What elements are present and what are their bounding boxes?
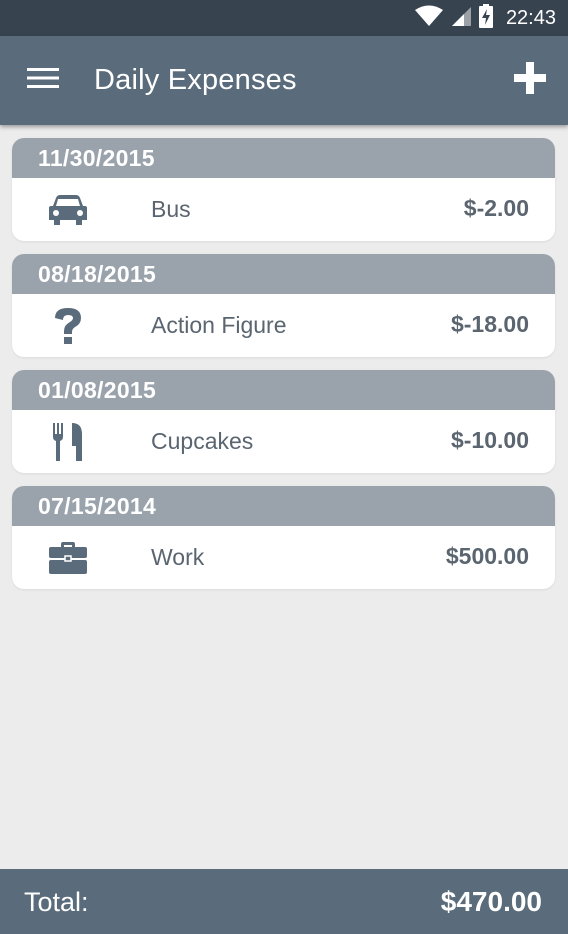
expense-amount: $-18.00 bbox=[450, 311, 529, 337]
expense-list: 11/30/2015 Bus $-2.00 08/18/2015 Action … bbox=[12, 138, 555, 602]
battery-charging-icon bbox=[478, 3, 494, 33]
menu-icon bbox=[27, 67, 59, 94]
expense-row[interactable]: Work $500.00 bbox=[12, 526, 555, 589]
total-footer: Total: $470.00 bbox=[0, 869, 568, 934]
status-icons: 22:43 bbox=[414, 0, 556, 36]
wifi-icon bbox=[414, 5, 444, 32]
add-expense-button[interactable] bbox=[508, 58, 552, 102]
total-amount: $470.00 bbox=[440, 886, 542, 917]
car-icon bbox=[48, 190, 88, 230]
expense-amount: $-2.00 bbox=[463, 195, 529, 221]
expense-label: Work bbox=[151, 544, 205, 570]
app-bar: Daily Expenses bbox=[0, 36, 568, 125]
expense-card: 07/15/2014 Work $500.00 bbox=[12, 486, 555, 589]
expense-row[interactable]: Bus $-2.00 bbox=[12, 178, 555, 241]
expense-card: 11/30/2015 Bus $-2.00 bbox=[12, 138, 555, 241]
question-icon bbox=[48, 306, 88, 346]
expense-date: 11/30/2015 bbox=[12, 138, 555, 178]
total-label: Total: bbox=[24, 887, 89, 917]
expense-row[interactable]: Action Figure $-18.00 bbox=[12, 294, 555, 357]
plus-icon bbox=[514, 61, 546, 99]
page-title: Daily Expenses bbox=[94, 64, 297, 96]
briefcase-icon bbox=[48, 538, 88, 578]
status-time: 22:43 bbox=[505, 6, 556, 29]
expense-label: Cupcakes bbox=[151, 428, 254, 454]
expense-card: 01/08/2015 Cupcakes $-10.00 bbox=[12, 370, 555, 473]
status-bar: 22:43 bbox=[0, 0, 568, 36]
expense-label: Bus bbox=[151, 196, 191, 222]
expense-amount: $-10.00 bbox=[450, 427, 529, 453]
expense-date: 07/15/2014 bbox=[12, 486, 555, 526]
expense-label: Action Figure bbox=[151, 312, 287, 338]
fork-knife-icon bbox=[48, 422, 88, 462]
expense-date: 08/18/2015 bbox=[12, 254, 555, 294]
expense-amount: $500.00 bbox=[445, 543, 529, 569]
expense-row[interactable]: Cupcakes $-10.00 bbox=[12, 410, 555, 473]
signal-icon bbox=[450, 5, 472, 32]
menu-button[interactable] bbox=[20, 60, 66, 100]
expense-date: 01/08/2015 bbox=[12, 370, 555, 410]
expense-card: 08/18/2015 Action Figure $-18.00 bbox=[12, 254, 555, 357]
